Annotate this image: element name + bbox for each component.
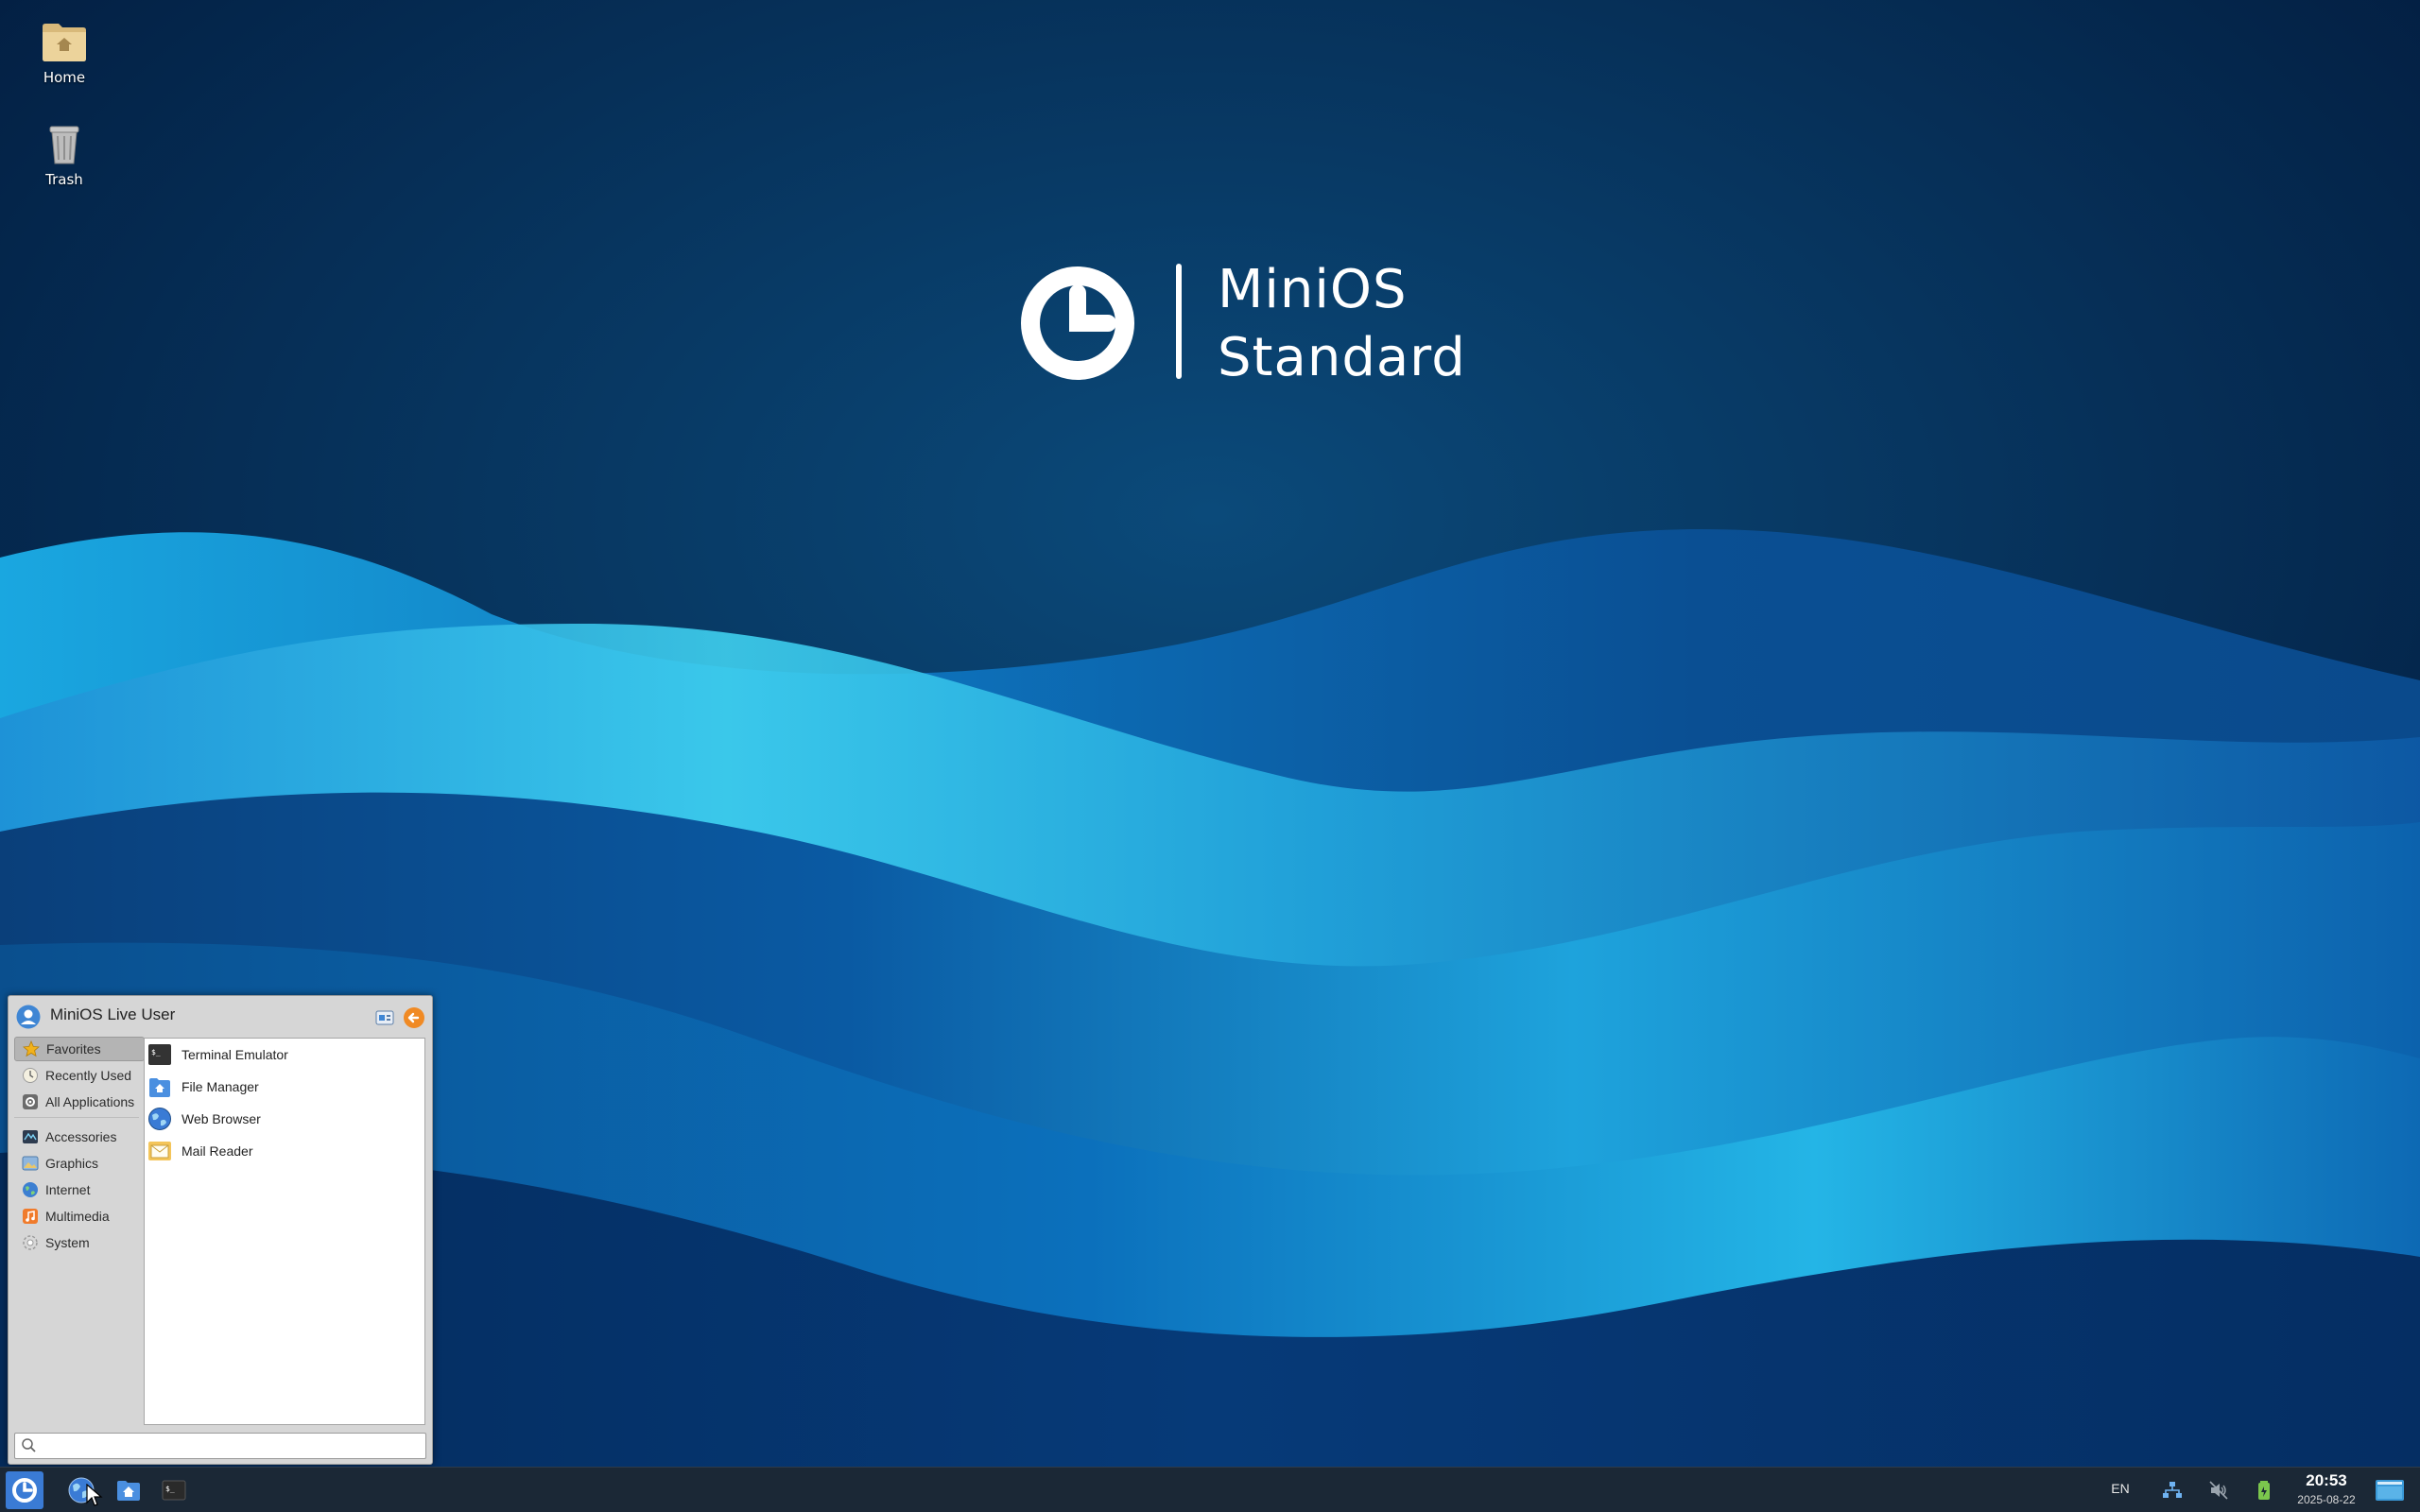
terminal-icon: $_ [162, 1480, 186, 1501]
desktop-icon-label: Trash [45, 171, 83, 188]
music-note-icon [21, 1207, 40, 1226]
graphics-icon [21, 1154, 40, 1173]
category-label: Internet [45, 1182, 91, 1197]
brand-title: MiniOS [1218, 259, 1408, 320]
volume-button[interactable] [2207, 1479, 2230, 1502]
show-desktop-button[interactable] [2375, 1478, 2405, 1503]
desktop-icon-trash[interactable]: Trash [8, 121, 121, 189]
taskbar-terminal[interactable]: $_ [155, 1471, 193, 1509]
brand-divider [1176, 264, 1182, 379]
desktop-icon-label: Home [43, 69, 86, 86]
category-label: Recently Used [45, 1068, 132, 1083]
applications-menu-button[interactable] [6, 1471, 43, 1509]
app-terminal-emulator[interactable]: $_ Terminal Emulator [147, 1040, 422, 1069]
network-wired-icon [2163, 1482, 2182, 1498]
menu-search-input[interactable] [42, 1435, 425, 1456]
category-multimedia[interactable]: Multimedia [14, 1204, 145, 1228]
clock-date[interactable]: 2025-08-22 [2286, 1493, 2367, 1506]
star-icon [22, 1040, 41, 1058]
trash-icon [49, 126, 79, 164]
clock-time[interactable]: 20:53 [2286, 1471, 2367, 1490]
app-label: Terminal Emulator [182, 1047, 288, 1062]
category-label: Graphics [45, 1156, 99, 1171]
mouse-cursor-icon [86, 1484, 103, 1506]
svg-text:$_: $_ [151, 1048, 161, 1057]
menu-search-box[interactable] [14, 1433, 426, 1459]
file-manager-icon [117, 1481, 140, 1501]
network-status-button[interactable] [2161, 1479, 2184, 1502]
user-avatar-icon [16, 1005, 41, 1029]
file-manager-icon [147, 1074, 172, 1099]
app-label: File Manager [182, 1079, 259, 1094]
web-browser-icon [147, 1107, 172, 1131]
app-web-browser[interactable]: Web Browser [147, 1105, 422, 1133]
application-menu: MiniOS Live User Favorites Recently Used [8, 995, 433, 1465]
taskbar-file-manager[interactable] [110, 1471, 147, 1509]
volume-muted-icon [2209, 1481, 2228, 1500]
app-label: Web Browser [182, 1111, 261, 1126]
system-gear-icon [21, 1233, 40, 1252]
apps-gear-icon [21, 1092, 40, 1111]
battery-status-button[interactable] [2253, 1479, 2275, 1502]
category-label: Favorites [46, 1041, 101, 1057]
category-system[interactable]: System [14, 1230, 145, 1255]
menu-username: MiniOS Live User [50, 1005, 176, 1023]
brand-edition: Standard [1218, 327, 1466, 388]
category-recently-used[interactable]: Recently Used [14, 1063, 145, 1088]
desktop-icon-home[interactable]: Home [8, 19, 121, 87]
mail-icon [147, 1139, 172, 1163]
terminal-icon: $_ [147, 1042, 172, 1067]
category-all-applications[interactable]: All Applications [14, 1090, 145, 1114]
category-label: Multimedia [45, 1209, 110, 1224]
category-favorites[interactable]: Favorites [14, 1037, 145, 1061]
category-accessories[interactable]: Accessories [14, 1125, 145, 1149]
battery-icon [2258, 1481, 2270, 1500]
minios-brand-logo: MiniOS Standard [1019, 259, 1511, 388]
category-divider [14, 1117, 139, 1118]
category-label: System [45, 1235, 90, 1250]
app-label: Mail Reader [182, 1143, 253, 1159]
svg-text:$_: $_ [165, 1485, 175, 1493]
category-graphics[interactable]: Graphics [14, 1151, 145, 1176]
category-internet[interactable]: Internet [14, 1177, 145, 1202]
clock-icon [21, 1066, 40, 1085]
category-label: All Applications [45, 1094, 135, 1109]
menu-settings-button[interactable] [374, 1007, 395, 1028]
app-mail-reader[interactable]: Mail Reader [147, 1137, 422, 1165]
keyboard-layout-indicator[interactable]: EN [2106, 1481, 2135, 1496]
search-icon [19, 1435, 40, 1456]
minios-logo-icon [1021, 266, 1134, 380]
minios-logo-icon [12, 1478, 37, 1503]
application-list: $_ Terminal Emulator File Manager Web Br… [144, 1038, 425, 1425]
category-label: Accessories [45, 1129, 117, 1144]
category-list: Favorites Recently Used All Applications… [14, 1037, 145, 1415]
app-file-manager[interactable]: File Manager [147, 1073, 422, 1101]
accessories-icon [21, 1127, 40, 1146]
home-folder-icon [43, 24, 86, 61]
taskbar: $_ EN 20:53 2025-08-22 [0, 1467, 2420, 1512]
menu-logout-button[interactable] [403, 1006, 425, 1029]
globe-icon [21, 1180, 40, 1199]
menu-header: MiniOS Live User [9, 996, 432, 1034]
